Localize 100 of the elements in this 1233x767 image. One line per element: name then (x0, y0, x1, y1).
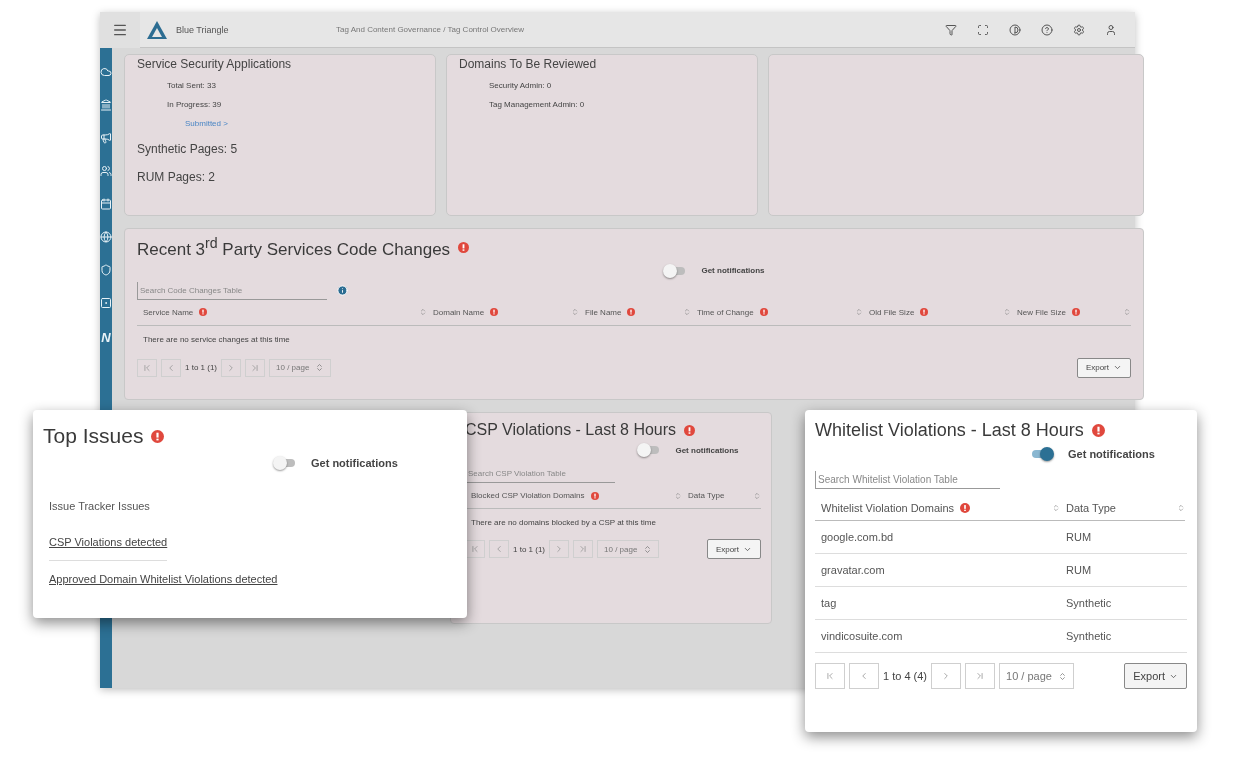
card-title: Whitelist Violations - Last 8 Hours (815, 420, 1084, 441)
column-header[interactable]: Time of Change (697, 307, 754, 317)
organization-name[interactable]: Blue Triangle (176, 24, 336, 35)
next-page-button[interactable] (221, 358, 241, 377)
chevron-right-icon[interactable] (554, 544, 564, 554)
column-header[interactable]: Whitelist Violation Domains (821, 501, 955, 514)
stat-text: Total Sent: 33 (167, 81, 217, 90)
chevron-right-icon[interactable] (226, 362, 236, 373)
notification-label: Get notifications (675, 445, 739, 455)
sort-icon[interactable] (683, 308, 691, 317)
last-page-icon[interactable] (578, 544, 588, 554)
sort-icon[interactable] (571, 308, 579, 317)
contrast-icon[interactable] (1009, 23, 1021, 36)
column-header[interactable]: New File Size (1017, 307, 1066, 317)
sort-icon[interactable] (1003, 308, 1011, 317)
panel-title: Recent 3$^{rd}$ Party Services Code Changes (137, 235, 451, 260)
search-field[interactable]: Search CSP Violation Table (465, 465, 615, 483)
previous-page-button[interactable] (849, 663, 879, 689)
previous-page-button[interactable] (161, 358, 181, 377)
search-field[interactable]: Search Whitelist Violation Table (815, 471, 1000, 489)
alert-icon (1091, 424, 1105, 437)
last-page-icon[interactable] (250, 362, 260, 373)
chevron-left-icon[interactable] (494, 544, 504, 554)
shield-icon[interactable] (100, 264, 112, 276)
building-icon[interactable] (100, 99, 112, 111)
sort-icon[interactable] (855, 308, 863, 317)
column-header[interactable]: Domain Name (433, 307, 485, 317)
card-title: Service Security Applications (137, 57, 293, 71)
page-size-select[interactable]: 10 / page (597, 540, 660, 558)
chevron-left-icon[interactable] (166, 362, 176, 373)
last-page-button[interactable] (965, 663, 996, 689)
first-page-icon[interactable] (825, 671, 835, 681)
sort-icon[interactable] (1123, 308, 1131, 317)
first-page-button[interactable] (815, 663, 845, 689)
square-icon[interactable] (100, 297, 112, 309)
triangle-logo-icon (146, 19, 168, 40)
info-icon[interactable] (337, 285, 348, 297)
user-icon[interactable] (1105, 23, 1117, 36)
page-size-select[interactable]: 10 / page (999, 663, 1074, 689)
first-page-icon[interactable] (470, 544, 480, 554)
sort-icon[interactable] (753, 491, 761, 500)
alert-icon (458, 241, 470, 253)
cloud-icon[interactable] (100, 66, 112, 78)
empty-message: There are no service changes at this time (142, 333, 291, 346)
column-header[interactable]: Blocked CSP Violation Domains (471, 491, 585, 500)
first-page-button[interactable] (137, 358, 157, 377)
empty-message: There are no domains blocked by a CSP at this time (470, 517, 657, 529)
caret-icon[interactable] (643, 544, 653, 554)
card-title: Domains To Be Reviewed (459, 57, 598, 71)
next-page-button[interactable] (549, 540, 569, 558)
column-header[interactable]: Service Name (143, 307, 194, 317)
previous-page-button[interactable] (489, 540, 509, 558)
submitted-link[interactable]: Submitted > (185, 119, 423, 128)
first-page-icon[interactable] (142, 362, 152, 373)
sidebar-logo[interactable]: N (101, 330, 111, 345)
settings-icon[interactable] (1073, 23, 1085, 36)
export-button[interactable]: Export (706, 539, 761, 559)
issue-link[interactable]: Approved Domain Whitelist Violations detected (49, 561, 278, 597)
calendar-icon[interactable] (100, 198, 112, 210)
notification-label: Get notifications (1068, 448, 1155, 460)
caret-icon[interactable] (1057, 671, 1067, 681)
notification-label: Get notifications (311, 457, 398, 469)
sort-icon[interactable] (674, 491, 683, 500)
page-range: 1 to 1 (1) (513, 544, 545, 554)
megaphone-icon[interactable] (100, 132, 112, 144)
menu-button[interactable] (100, 11, 140, 48)
users-icon[interactable] (100, 165, 112, 177)
column-header[interactable]: Data Type (688, 491, 725, 500)
table-cell-text: Synthetic (1065, 597, 1113, 609)
last-page-button[interactable] (573, 540, 593, 558)
column-header[interactable]: Data Type (1066, 501, 1116, 514)
last-page-icon[interactable] (975, 671, 986, 681)
last-page-button[interactable] (245, 358, 265, 377)
chevron-left-icon[interactable] (859, 671, 869, 681)
notification-toggle[interactable] (273, 456, 297, 470)
help-icon[interactable] (1041, 23, 1053, 36)
globe-icon[interactable] (100, 231, 112, 243)
issue-link[interactable]: CSP Violations detected (49, 524, 168, 561)
next-page-button[interactable] (931, 663, 962, 689)
column-header[interactable]: Old File Size (869, 307, 915, 317)
column-header[interactable]: File Name (585, 307, 622, 317)
page-size-select[interactable]: 10 / page (269, 358, 332, 377)
stat-text: Security Admin: 0 (489, 81, 553, 90)
export-button[interactable]: Export (1124, 663, 1187, 689)
fullscreen-icon[interactable] (977, 23, 989, 36)
stat-text: Synthetic Pages: 5 (137, 142, 239, 156)
filter-icon[interactable] (945, 23, 957, 36)
notification-toggle[interactable] (1030, 447, 1054, 461)
search-field[interactable]: Search Code Changes Table (137, 281, 327, 300)
sort-icon[interactable] (419, 308, 427, 317)
page-range: 1 to 1 (1) (185, 363, 217, 373)
caret-icon[interactable] (315, 363, 325, 373)
table-cell-text: vindicosuite.com (820, 630, 904, 642)
sort-icon[interactable] (1052, 503, 1060, 512)
sort-icon[interactable] (1177, 503, 1185, 512)
table-cell-text: gravatar.com (820, 564, 886, 576)
stat-text: RUM Pages: 2 (137, 170, 217, 184)
table-cell-text: Synthetic (1065, 630, 1113, 642)
export-button[interactable]: Export (1076, 357, 1131, 378)
table-cell-text: RUM (1065, 564, 1093, 576)
